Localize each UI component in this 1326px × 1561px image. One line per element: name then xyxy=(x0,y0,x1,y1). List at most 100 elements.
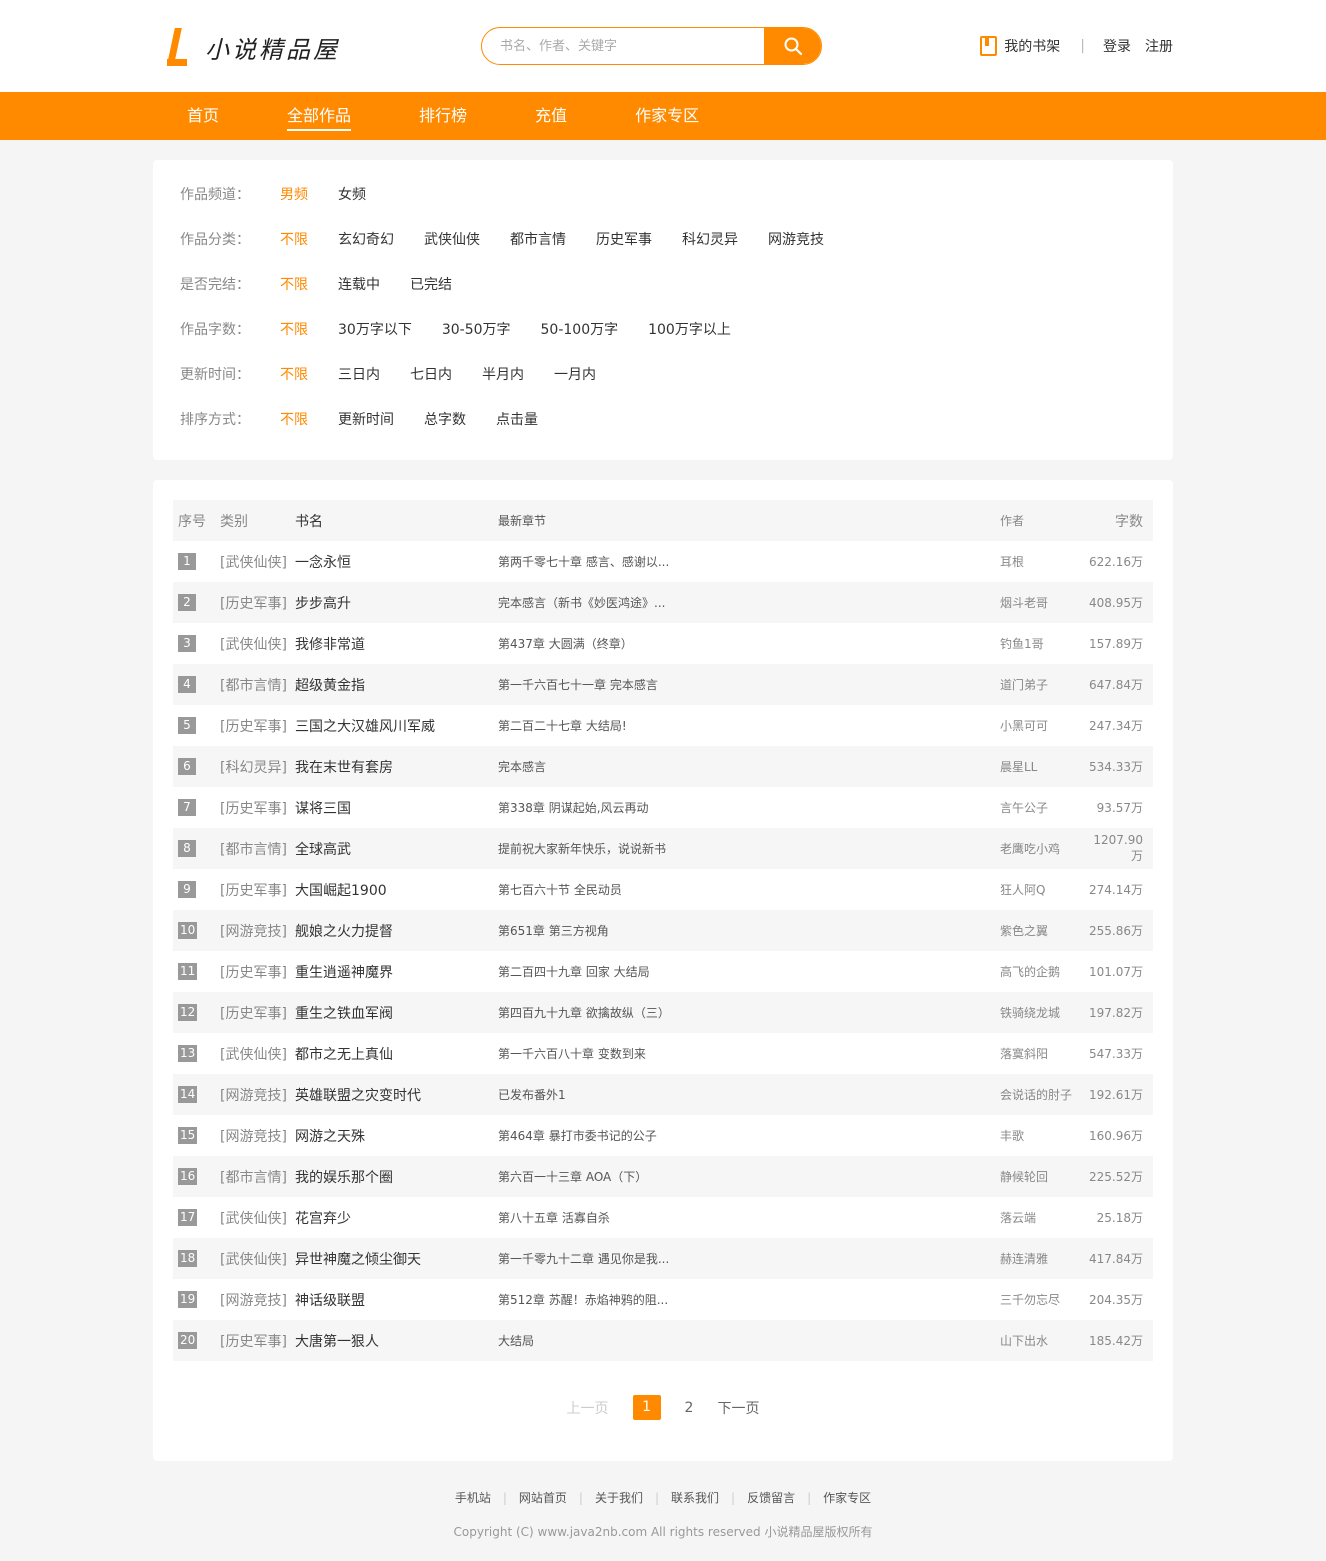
latest-chapter[interactable]: 第一千六百八十章 变数到来 xyxy=(498,1047,646,1061)
filter-option[interactable]: 连载中 xyxy=(338,274,380,294)
book-title[interactable]: 神话级联盟 xyxy=(295,1293,365,1309)
book-author[interactable]: 紫色之翼 xyxy=(1000,924,1048,938)
filter-option[interactable]: 点击量 xyxy=(496,409,538,429)
book-author[interactable]: 小黑可可 xyxy=(1000,719,1048,733)
book-author[interactable]: 落云端 xyxy=(1000,1211,1036,1225)
book-category[interactable]: [网游竞技] xyxy=(220,1088,287,1104)
book-title[interactable]: 重生逍遥神魔界 xyxy=(295,965,393,981)
filter-option[interactable]: 已完结 xyxy=(410,274,452,294)
book-category[interactable]: [武侠仙侠] xyxy=(220,555,287,571)
search-input[interactable] xyxy=(482,28,764,64)
book-author[interactable]: 赫连清雅 xyxy=(1000,1252,1048,1266)
latest-chapter[interactable]: 第八十五章 活寡自杀 xyxy=(498,1211,610,1225)
latest-chapter[interactable]: 第464章 暴打市委书记的公子 xyxy=(498,1129,657,1143)
latest-chapter[interactable]: 大结局 xyxy=(498,1334,534,1348)
footer-link[interactable]: 手机站 xyxy=(455,1489,491,1506)
book-category[interactable]: [武侠仙侠] xyxy=(220,637,287,653)
book-title[interactable]: 步步高升 xyxy=(295,596,351,612)
filter-option[interactable]: 科幻灵异 xyxy=(682,229,738,249)
book-category[interactable]: [科幻灵异] xyxy=(220,760,287,776)
latest-chapter[interactable]: 第二百二十七章 大结局! xyxy=(498,719,627,733)
prev-page-button[interactable]: 上一页 xyxy=(567,1398,609,1418)
nav-recharge[interactable]: 充值 xyxy=(535,92,567,140)
book-author[interactable]: 狂人阿Q xyxy=(1000,883,1045,897)
latest-chapter[interactable]: 第一千零九十二章 遇见你是我... xyxy=(498,1252,669,1266)
book-category[interactable]: [武侠仙侠] xyxy=(220,1047,287,1063)
book-category[interactable]: [网游竞技] xyxy=(220,924,287,940)
book-author[interactable]: 道门弟子 xyxy=(1000,678,1048,692)
book-author[interactable]: 山下出水 xyxy=(1000,1334,1048,1348)
book-author[interactable]: 丰歌 xyxy=(1000,1129,1024,1143)
book-author[interactable]: 言午公子 xyxy=(1000,801,1048,815)
filter-option[interactable]: 玄幻奇幻 xyxy=(338,229,394,249)
book-title[interactable]: 网游之天殊 xyxy=(295,1129,365,1145)
book-title[interactable]: 大国崛起1900 xyxy=(295,883,387,899)
book-author[interactable]: 钓鱼1哥 xyxy=(1000,637,1044,651)
filter-option[interactable]: 不限 xyxy=(280,364,308,384)
login-link[interactable]: 登录 xyxy=(1103,36,1131,56)
book-author[interactable]: 晨星LL xyxy=(1000,760,1037,774)
filter-option[interactable]: 七日内 xyxy=(410,364,452,384)
page-2-button[interactable]: 2 xyxy=(685,1400,694,1416)
footer-link[interactable]: 网站首页 xyxy=(519,1489,567,1506)
book-category[interactable]: [历史军事] xyxy=(220,1006,287,1022)
filter-option[interactable]: 武侠仙侠 xyxy=(424,229,480,249)
book-category[interactable]: [网游竞技] xyxy=(220,1293,287,1309)
latest-chapter[interactable]: 第一千六百七十一章 完本感言 xyxy=(498,678,658,692)
book-category[interactable]: [历史军事] xyxy=(220,1334,287,1350)
book-title[interactable]: 重生之铁血军阀 xyxy=(295,1006,393,1022)
book-title[interactable]: 谋将三国 xyxy=(295,801,351,817)
book-author[interactable]: 烟斗老哥 xyxy=(1000,596,1048,610)
book-title[interactable]: 舰娘之火力提督 xyxy=(295,924,393,940)
latest-chapter[interactable]: 第四百九十九章 欲擒故纵（三） xyxy=(498,1006,670,1020)
nav-all-works[interactable]: 全部作品 xyxy=(287,92,352,140)
book-title[interactable]: 我的娱乐那个圈 xyxy=(295,1170,393,1186)
latest-chapter[interactable]: 完本感言（新书《妙医鸿途》... xyxy=(498,596,665,610)
book-author[interactable]: 静候轮回 xyxy=(1000,1170,1048,1184)
book-category[interactable]: [武侠仙侠] xyxy=(220,1211,287,1227)
filter-option[interactable]: 100万字以上 xyxy=(648,319,731,339)
book-title[interactable]: 超级黄金指 xyxy=(295,678,365,694)
book-title[interactable]: 大唐第一狠人 xyxy=(295,1334,379,1350)
latest-chapter[interactable]: 第437章 大圆满（终章） xyxy=(498,637,633,651)
book-author[interactable]: 会说话的肘子 xyxy=(1000,1088,1072,1102)
footer-link[interactable]: 作家专区 xyxy=(823,1489,871,1506)
book-category[interactable]: [历史军事] xyxy=(220,883,287,899)
book-title[interactable]: 我在末世有套房 xyxy=(295,760,393,776)
latest-chapter[interactable]: 第两千零七十章 感言、感谢以... xyxy=(498,555,669,569)
filter-option[interactable]: 半月内 xyxy=(482,364,524,384)
book-title[interactable]: 三国之大汉雄风川军威 xyxy=(295,719,435,735)
book-title[interactable]: 一念永恒 xyxy=(295,555,351,571)
register-link[interactable]: 注册 xyxy=(1145,36,1173,56)
book-author[interactable]: 落寞斜阳 xyxy=(1000,1047,1048,1061)
filter-option[interactable]: 历史军事 xyxy=(596,229,652,249)
latest-chapter[interactable]: 提前祝大家新年快乐，说说新书 xyxy=(498,842,666,856)
latest-chapter[interactable]: 第七百六十节 全民动员 xyxy=(498,883,622,897)
footer-link[interactable]: 反馈留言 xyxy=(747,1489,795,1506)
filter-option[interactable]: 50-100万字 xyxy=(541,319,619,339)
filter-option[interactable]: 女频 xyxy=(338,184,366,204)
filter-option[interactable]: 总字数 xyxy=(424,409,466,429)
filter-option[interactable]: 不限 xyxy=(280,319,308,339)
next-page-button[interactable]: 下一页 xyxy=(717,1398,759,1418)
book-author[interactable]: 老鹰吃小鸡 xyxy=(1000,842,1060,856)
filter-option[interactable]: 不限 xyxy=(280,229,308,249)
filter-option[interactable]: 都市言情 xyxy=(510,229,566,249)
filter-option[interactable]: 不限 xyxy=(280,409,308,429)
nav-rankings[interactable]: 排行榜 xyxy=(419,92,467,140)
footer-link[interactable]: 关于我们 xyxy=(595,1489,643,1506)
book-title[interactable]: 花宫弃少 xyxy=(295,1211,351,1227)
book-category[interactable]: [历史军事] xyxy=(220,719,287,735)
book-category[interactable]: [武侠仙侠] xyxy=(220,1252,287,1268)
latest-chapter[interactable]: 完本感言 xyxy=(498,760,546,774)
filter-option[interactable]: 一月内 xyxy=(554,364,596,384)
book-title[interactable]: 异世神魔之倾尘御天 xyxy=(295,1252,421,1268)
site-logo[interactable]: 小说精品屋 xyxy=(165,28,340,66)
book-author[interactable]: 耳根 xyxy=(1000,555,1024,569)
footer-link[interactable]: 联系我们 xyxy=(671,1489,719,1506)
latest-chapter[interactable]: 已发布番外1 xyxy=(498,1088,566,1102)
latest-chapter[interactable]: 第六百一十三章 AOA（下） xyxy=(498,1170,647,1184)
latest-chapter[interactable]: 第651章 第三方视角 xyxy=(498,924,609,938)
book-category[interactable]: [历史军事] xyxy=(220,965,287,981)
book-title[interactable]: 英雄联盟之灾变时代 xyxy=(295,1088,421,1104)
